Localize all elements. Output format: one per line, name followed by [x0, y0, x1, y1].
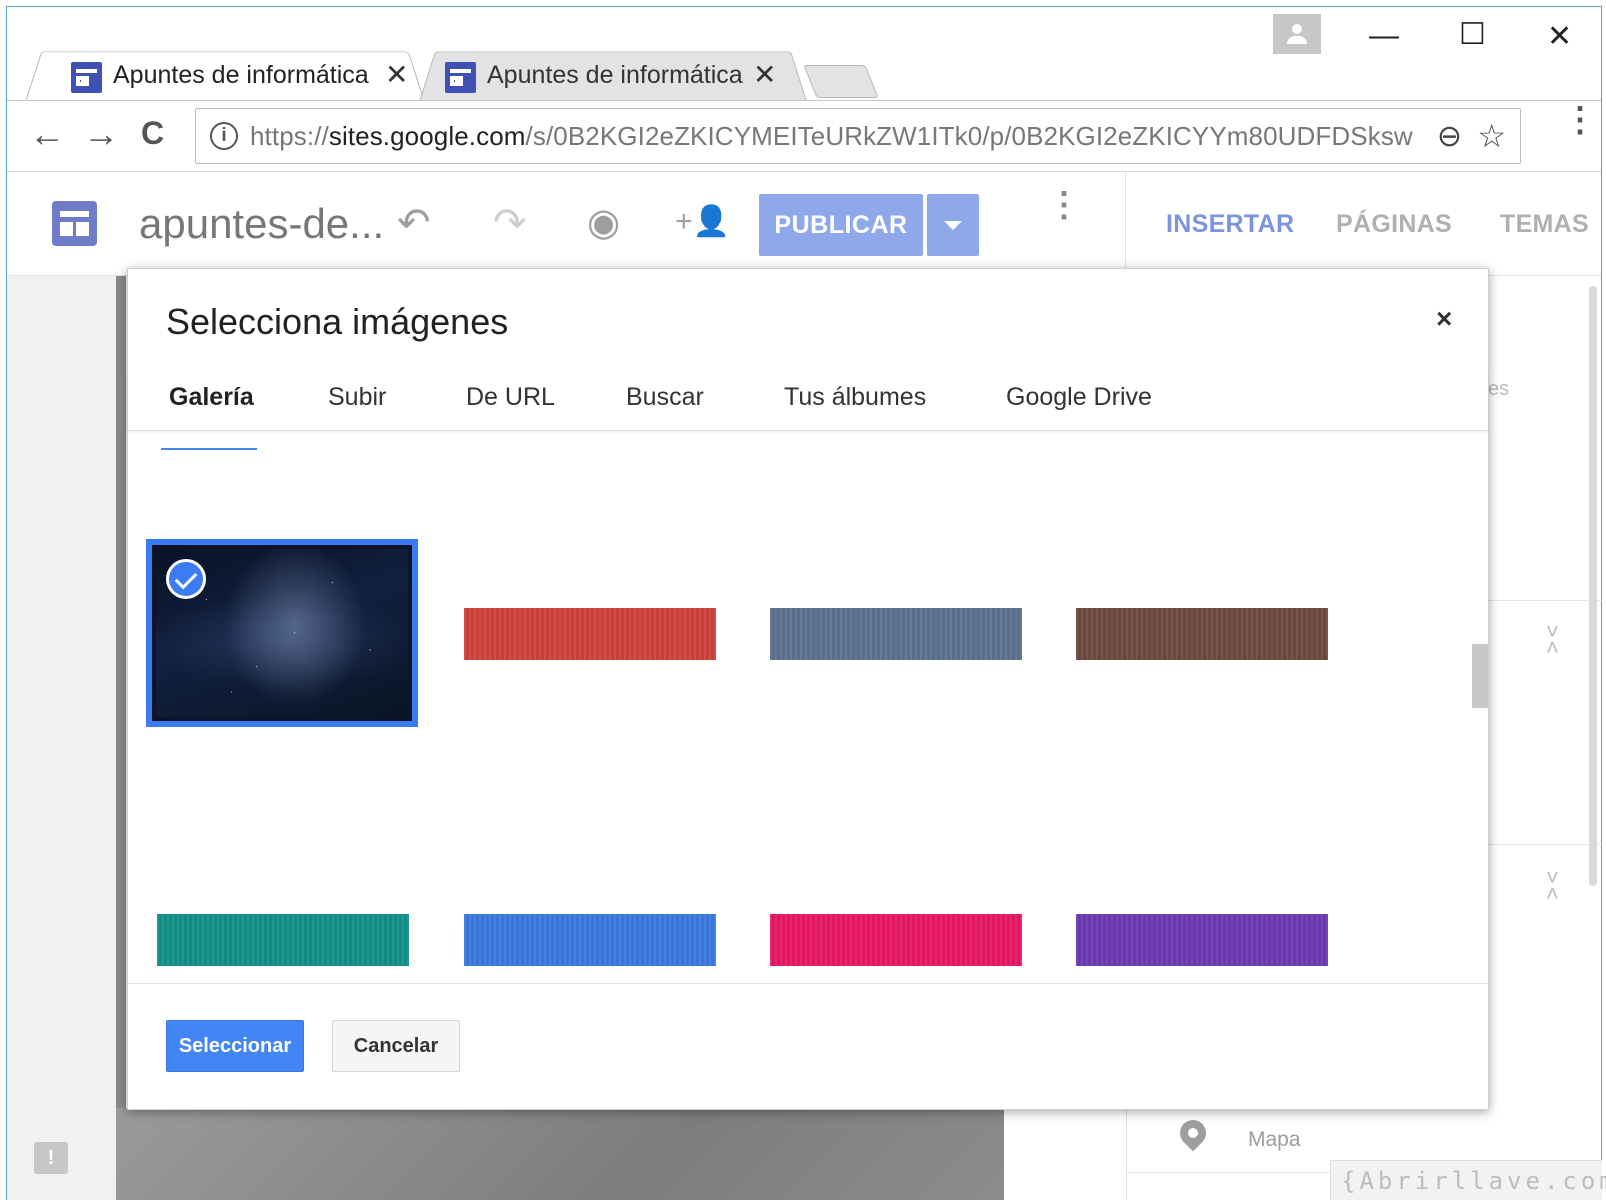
- back-arrow-icon[interactable]: ←: [29, 113, 65, 155]
- site-name[interactable]: apuntes-de...: [139, 200, 384, 248]
- tab-paginas[interactable]: PÁGINAS: [1336, 210, 1452, 239]
- preview-eye-icon[interactable]: ◉: [587, 200, 620, 245]
- tab-galeria[interactable]: Galería: [169, 383, 254, 412]
- browser-toolbar: ← → C i https://sites.google.com/s/0B2KG…: [7, 100, 1601, 172]
- gallery-swatch-pink[interactable]: [770, 914, 1022, 966]
- tab-2[interactable]: Apuntes de informática ✕: [419, 44, 807, 102]
- sites-app-bar: apuntes-de... ↶ ↷ ◉ +👤 PUBLICAR ⋮ INSERT…: [7, 172, 1601, 276]
- feedback-icon[interactable]: !: [34, 1142, 68, 1174]
- site-favicon-icon: [71, 62, 102, 93]
- active-tab-indicator: [161, 448, 257, 450]
- site-favicon-icon: [445, 62, 476, 93]
- tab-subir[interactable]: Subir: [328, 383, 386, 412]
- browser-menu-icon[interactable]: ⋮: [1563, 103, 1597, 137]
- tab-buscar[interactable]: Buscar: [626, 383, 704, 412]
- selected-check-icon: [166, 559, 206, 599]
- select-button[interactable]: Seleccionar: [166, 1020, 304, 1072]
- gallery-swatch-brown[interactable]: [1076, 608, 1328, 660]
- page-canvas-edge: [116, 276, 126, 1200]
- side-panel-scrollbar[interactable]: [1589, 286, 1597, 886]
- gallery-swatch-purple[interactable]: [1076, 914, 1328, 966]
- side-panel-tabs: INSERTAR PÁGINAS TEMAS: [1125, 172, 1601, 276]
- gallery-swatch-teal[interactable]: [157, 914, 409, 966]
- dialog-footer: Seleccionar Cancelar: [128, 983, 1488, 1109]
- gallery-swatch-slate[interactable]: [770, 608, 1022, 660]
- reload-icon[interactable]: C: [141, 115, 164, 152]
- dialog-title: Selecciona imágenes: [166, 301, 509, 342]
- info-icon[interactable]: i: [210, 122, 238, 150]
- tab-1[interactable]: Apuntes de informática ✕: [25, 44, 425, 102]
- tab-insertar[interactable]: INSERTAR: [1166, 210, 1294, 239]
- profile-avatar-icon[interactable]: [1273, 14, 1321, 54]
- expand-collapse-icon[interactable]: ˅ ˄: [1546, 621, 1559, 659]
- tab-2-close-icon[interactable]: ✕: [753, 58, 776, 91]
- new-tab-button[interactable]: [803, 65, 879, 98]
- tab-temas[interactable]: TEMAS: [1500, 210, 1589, 239]
- gallery-swatch-blue[interactable]: [464, 914, 716, 966]
- dialog-close-icon[interactable]: ×: [1436, 303, 1452, 335]
- forward-arrow-icon[interactable]: →: [83, 113, 119, 155]
- dialog-tabs: Galería Subir De URL Buscar Tus álbumes …: [128, 369, 1488, 431]
- redo-icon[interactable]: ↷: [493, 200, 527, 246]
- share-add-person-icon[interactable]: +👤: [675, 204, 730, 239]
- bookmark-star-icon[interactable]: ☆: [1477, 117, 1506, 155]
- map-insert-label[interactable]: Mapa: [1248, 1128, 1301, 1152]
- gallery-swatch-red[interactable]: [464, 608, 716, 660]
- tab-2-title: Apuntes de informática: [487, 61, 743, 89]
- cancel-button[interactable]: Cancelar: [332, 1020, 460, 1072]
- expand-collapse-icon[interactable]: ˅ ˄: [1546, 867, 1559, 905]
- address-bar[interactable]: i https://sites.google.com/s/0B2KGI2eZKI…: [195, 108, 1521, 164]
- sites-logo-icon: [52, 201, 97, 246]
- more-options-icon[interactable]: ⋮: [1047, 188, 1081, 222]
- tab-1-title: Apuntes de informática: [113, 61, 369, 89]
- maximize-icon[interactable]: ☐: [1459, 17, 1486, 52]
- side-panel-partial-text: es: [1488, 378, 1510, 400]
- publish-dropdown-icon[interactable]: [927, 194, 979, 256]
- page-header-image: [116, 1108, 1004, 1200]
- tab-de-url[interactable]: De URL: [466, 383, 555, 412]
- publish-button[interactable]: PUBLICAR: [759, 194, 923, 256]
- url-text[interactable]: https://sites.google.com/s/0B2KGI2eZKICY…: [250, 121, 1413, 152]
- select-images-dialog: Selecciona imágenes × Galería Subir De U…: [127, 268, 1489, 1110]
- tab-google-drive[interactable]: Google Drive: [1006, 383, 1152, 412]
- watermark: {Abrirllave.com: [1330, 1160, 1606, 1200]
- tab-tus-albumes[interactable]: Tus álbumes: [784, 383, 926, 412]
- zoom-icon[interactable]: ⊖: [1437, 119, 1462, 154]
- tab-1-close-icon[interactable]: ✕: [385, 58, 408, 91]
- editor-left-margin: [7, 276, 116, 1200]
- gallery-scrollbar[interactable]: [1472, 644, 1488, 708]
- undo-icon[interactable]: ↶: [397, 200, 431, 246]
- gallery-image-night-sky[interactable]: [146, 539, 418, 727]
- window-close-icon[interactable]: ✕: [1547, 19, 1572, 54]
- tab-strip: Apuntes de informática ✕ Apuntes de info…: [7, 7, 1601, 102]
- minimize-icon[interactable]: —: [1369, 19, 1399, 53]
